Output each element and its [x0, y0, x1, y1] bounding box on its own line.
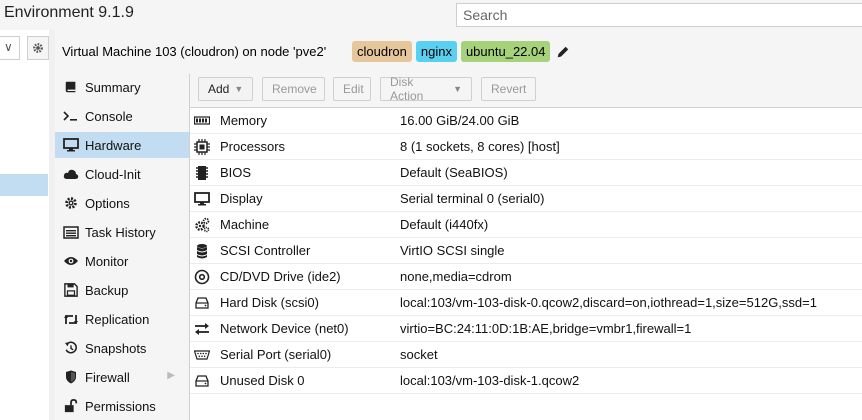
database-icon [193, 242, 210, 259]
hardware-grid: Memory 16.00 GiB/24.00 GiB Processors 8 … [190, 108, 862, 394]
nav-item-options[interactable]: Options [55, 190, 189, 216]
add-button[interactable]: Add ▼ [198, 77, 253, 101]
nav-item-hardware[interactable]: Hardware [55, 132, 189, 158]
cogs-icon [193, 216, 210, 233]
disk-action-button[interactable]: Disk Action ▼ [380, 75, 472, 103]
book-icon [63, 79, 79, 95]
serial-port-icon [193, 346, 210, 363]
nav-item-snapshots[interactable]: Snapshots [55, 335, 189, 361]
tag-badge[interactable]: nginx [415, 41, 457, 62]
tree-settings-button[interactable] [27, 36, 49, 60]
terminal-icon [63, 108, 79, 124]
search-input[interactable] [456, 3, 862, 27]
hardware-row-network-device[interactable]: Network Device (net0) virtio=BC:24:11:0D… [190, 316, 862, 342]
microchip-icon [193, 164, 210, 181]
hardware-row-display[interactable]: Display Serial terminal 0 (serial0) [190, 186, 862, 212]
hardware-row-machine[interactable]: Machine Default (i440fx) [190, 212, 862, 238]
cdrom-icon [193, 268, 210, 285]
hardware-row-cdrom[interactable]: CD/DVD Drive (ide2) none,media=cdrom [190, 264, 862, 290]
hardware-row-scsi-controller[interactable]: SCSI Controller VirtIO SCSI single [190, 238, 862, 264]
exchange-icon [193, 320, 210, 337]
cpu-icon [193, 138, 210, 155]
hardware-row-processors[interactable]: Processors 8 (1 sockets, 8 cores) [host] [190, 134, 862, 160]
nav-item-replication[interactable]: Replication [55, 306, 189, 332]
revert-button[interactable]: Revert [481, 77, 536, 101]
app-title: Environment 9.1.9 [4, 4, 134, 21]
hardware-row-memory[interactable]: Memory 16.00 GiB/24.00 GiB [190, 108, 862, 134]
nav-item-backup[interactable]: Backup [55, 277, 189, 303]
hardware-row-unused-disk[interactable]: Unused Disk 0 local:103/vm-103-disk-1.qc… [190, 368, 862, 394]
vm-nav-menu: Summary Console Hardware Cloud-Init Opti… [55, 74, 190, 420]
hdd-icon [193, 294, 210, 311]
chevron-right-icon: ▶ [167, 370, 175, 381]
hdd-icon [193, 372, 210, 389]
cloud-icon [63, 166, 79, 182]
eye-icon [63, 253, 79, 269]
chevron-down-icon: ▼ [234, 84, 244, 94]
view-selector[interactable]: ∨ [0, 36, 20, 60]
vm-header: Virtual Machine 103 (cloudron) on node '… [55, 30, 862, 75]
nav-item-summary[interactable]: Summary [55, 74, 189, 100]
shield-icon [63, 369, 79, 385]
hardware-row-serial-port[interactable]: Serial Port (serial0) socket [190, 342, 862, 368]
page-title: Virtual Machine 103 (cloudron) on node '… [62, 44, 327, 59]
list-icon [63, 224, 79, 240]
top-bar: Environment 9.1.9 [0, 0, 862, 30]
hardware-row-bios[interactable]: BIOS Default (SeaBIOS) [190, 160, 862, 186]
nav-item-task-history[interactable]: Task History [55, 219, 189, 245]
desktop-icon [63, 137, 79, 153]
hardware-row-hard-disk[interactable]: Hard Disk (scsi0) local:103/vm-103-disk-… [190, 290, 862, 316]
hardware-toolbar: Add ▼ Remove Edit Disk Action ▼ Revert [190, 74, 862, 108]
nav-item-permissions[interactable]: Permissions [55, 393, 189, 419]
unlock-icon [63, 398, 79, 414]
nav-item-monitor[interactable]: Monitor [55, 248, 189, 274]
gear-icon [33, 43, 43, 53]
tag-list: cloudron nginx ubuntu_22.04 [352, 41, 570, 62]
resource-tree[interactable]: ∨ [0, 30, 50, 420]
tree-selected-node[interactable] [0, 174, 48, 196]
chevron-down-icon: ∨ [4, 40, 13, 54]
pencil-icon[interactable] [556, 45, 570, 59]
retweet-icon [63, 311, 79, 327]
nav-item-cloud-init[interactable]: Cloud-Init [55, 161, 189, 187]
tag-badge[interactable]: cloudron [352, 41, 412, 62]
floppy-icon [63, 282, 79, 298]
edit-button[interactable]: Edit [333, 77, 371, 101]
gear-icon [63, 195, 79, 211]
remove-button[interactable]: Remove [262, 77, 325, 101]
monitor-icon [193, 190, 210, 207]
hardware-panel: Add ▼ Remove Edit Disk Action ▼ Revert M… [190, 74, 862, 420]
tag-badge[interactable]: ubuntu_22.04 [460, 41, 551, 62]
history-icon [63, 340, 79, 356]
nav-item-console[interactable]: Console [55, 103, 189, 129]
memory-icon [193, 112, 210, 129]
nav-item-firewall[interactable]: Firewall ▶ [55, 364, 189, 390]
chevron-down-icon: ▼ [453, 84, 462, 94]
